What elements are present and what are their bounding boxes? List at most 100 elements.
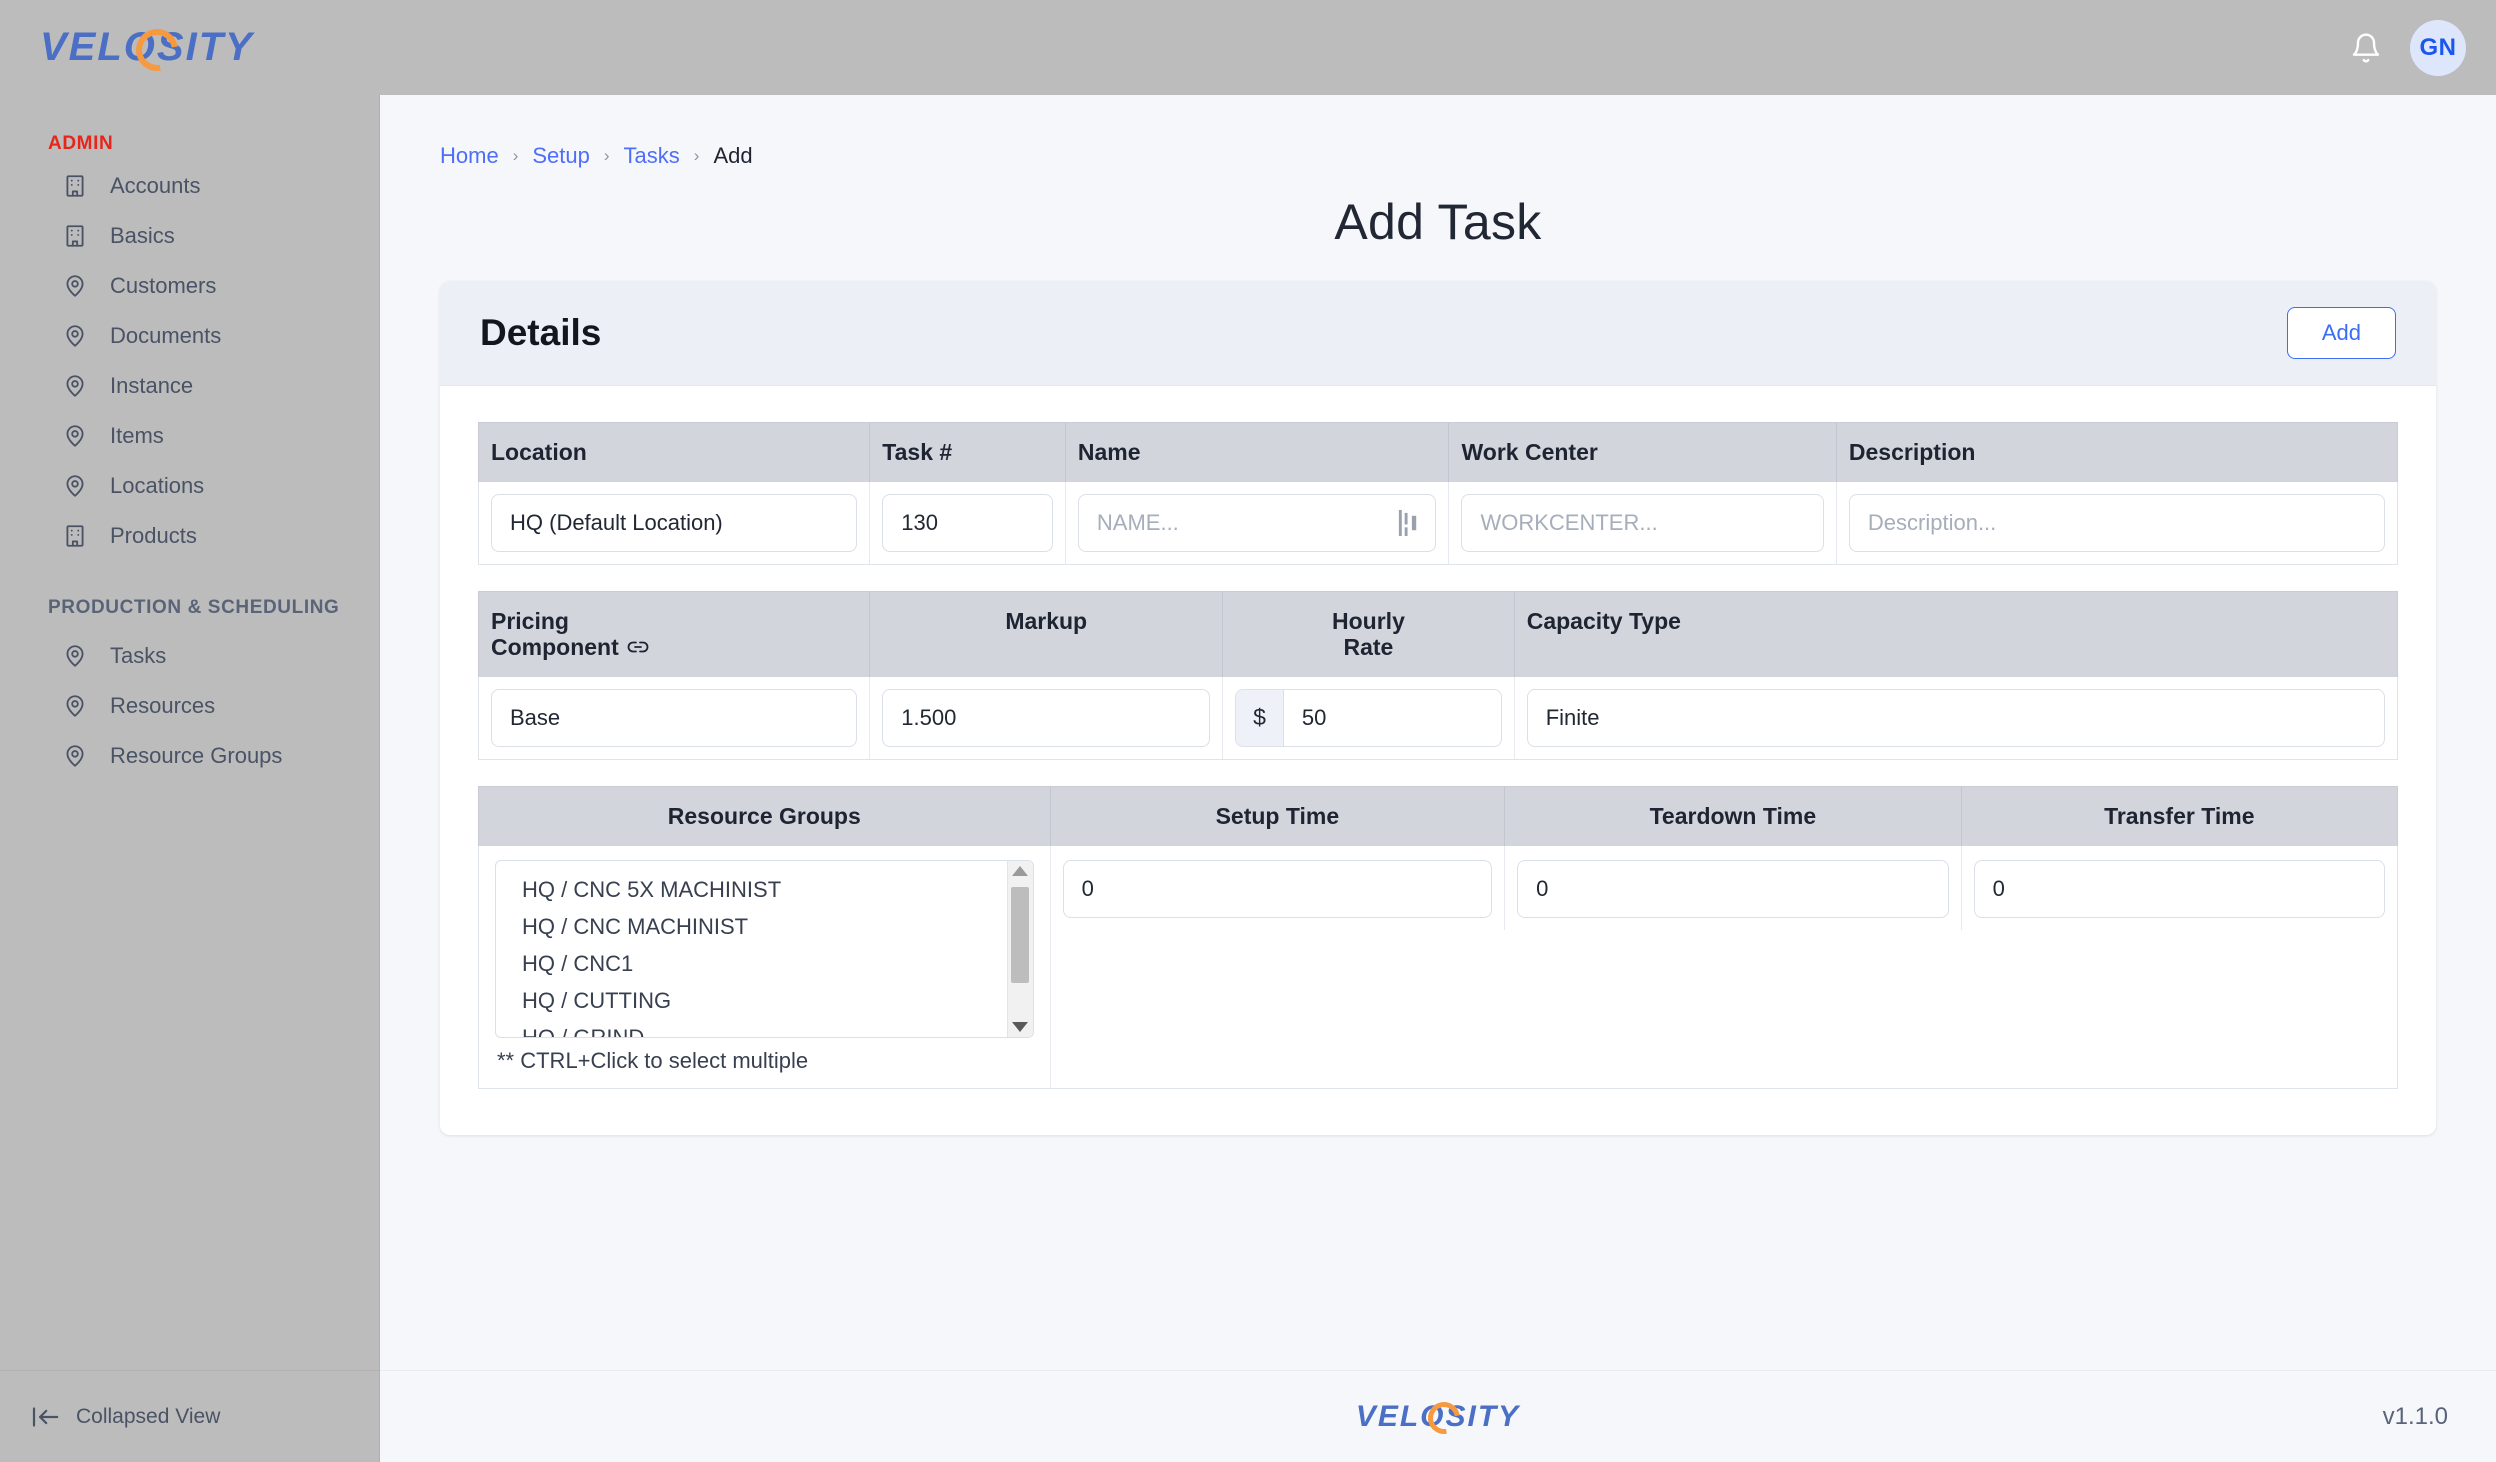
map-pin-icon: [66, 475, 84, 497]
header-task-number: Task #: [870, 423, 1066, 482]
map-pin-icon: [66, 275, 84, 297]
building-icon: [66, 175, 84, 197]
currency-prefix: $: [1235, 688, 1283, 747]
header-pricing-line2: Component: [491, 634, 619, 661]
task-number-input[interactable]: [882, 494, 1053, 552]
sidebar-item-resource-groups[interactable]: Resource Groups: [0, 731, 379, 781]
breadcrumb-item-setup[interactable]: Setup: [532, 143, 590, 169]
resource-groups-list: HQ / CNC 5X MACHINIST HQ / CNC MACHINIST…: [496, 861, 1033, 1037]
footer-logo: VELOSITY: [1356, 1395, 1520, 1440]
resource-times-input-row: HQ / CNC 5X MACHINIST HQ / CNC MACHINIST…: [478, 845, 2398, 1089]
sidebar-item-resources[interactable]: Resources: [0, 681, 379, 731]
location-input[interactable]: [491, 494, 858, 552]
list-item[interactable]: HQ / GRIND: [496, 1019, 1033, 1037]
details-card: Details Add Location Task # Name Work Ce…: [440, 281, 2436, 1135]
sidebar-section-production-title: PRODUCTION & SCHEDULING: [48, 597, 340, 618]
header-name: Name: [1066, 423, 1450, 482]
breadcrumb-separator-icon: ›: [603, 146, 610, 165]
sidebar-item-locations[interactable]: Locations: [0, 461, 379, 511]
markup-input[interactable]: [882, 688, 1211, 747]
breadcrumb-item-tasks[interactable]: Tasks: [624, 143, 680, 169]
collapse-view-button[interactable]: Collapsed View: [0, 1370, 379, 1462]
list-item[interactable]: HQ / CNC1: [496, 945, 1033, 982]
list-item[interactable]: HQ / CNC 5X MACHINIST: [496, 871, 1033, 908]
breadcrumb-item-add: Add: [713, 143, 753, 168]
sidebar-item-items[interactable]: Items: [0, 411, 379, 461]
primary-fields-header-row: Location Task # Name Work Center Descrip…: [478, 422, 2398, 482]
sidebar-item-basics[interactable]: Basics: [0, 211, 379, 261]
collapse-view-label: Collapsed View: [76, 1404, 221, 1428]
sidebar-item-label: Products: [110, 523, 197, 548]
header-work-center: Work Center: [1449, 423, 1837, 482]
header-transfer-time: Transfer Time: [2104, 802, 2255, 829]
details-title: Details: [480, 312, 602, 353]
footer: VELOSITY v1.1.0: [380, 1370, 2496, 1462]
main-scroll-area: Home › Setup › Tasks › Add Add Task Deta…: [380, 95, 2496, 1370]
sidebar-item-label: Tasks: [110, 643, 167, 668]
sidebar-item-tasks[interactable]: Tasks: [0, 631, 379, 681]
header-hourly-rate: Hourly Rate: [1223, 592, 1515, 677]
sidebar-item-label: Customers: [110, 273, 217, 298]
name-input[interactable]: [1077, 494, 1437, 552]
scroll-up-arrow-icon[interactable]: [1012, 865, 1029, 876]
resource-groups-listbox[interactable]: HQ / CNC 5X MACHINIST HQ / CNC MACHINIST…: [495, 859, 1034, 1038]
pricing-fields-input-row: $: [478, 676, 2398, 760]
hourly-rate-input[interactable]: [1282, 688, 1502, 747]
add-button[interactable]: Add: [2286, 307, 2396, 359]
teardown-time-input[interactable]: [1517, 859, 1949, 918]
listbox-scrollbar[interactable]: [1006, 860, 1033, 1037]
scrollbar-thumb[interactable]: [1010, 886, 1029, 983]
header-hourly-line2: Rate: [1343, 634, 1394, 661]
sidebar-item-customers[interactable]: Customers: [0, 261, 379, 311]
barcode-icon[interactable]: [1398, 510, 1420, 536]
transfer-time-input[interactable]: [1973, 859, 2385, 918]
header-setup-time: Setup Time: [1051, 786, 1506, 846]
breadcrumb: Home › Setup › Tasks › Add: [440, 0, 2436, 169]
sidebar-item-documents[interactable]: Documents: [0, 311, 379, 361]
header-pricing-component: Pricing Component: [479, 592, 871, 677]
details-card-body: Location Task # Name Work Center Descrip…: [440, 386, 2436, 1135]
map-pin-icon: [66, 325, 84, 347]
sidebar-item-accounts[interactable]: Accounts: [0, 161, 379, 211]
primary-fields-block: Location Task # Name Work Center Descrip…: [478, 422, 2398, 565]
pricing-fields-block: Pricing Component Markup Hourly Rate Cap…: [478, 591, 2398, 760]
brand-logo[interactable]: VELOSITY: [40, 20, 254, 80]
sidebar: ADMIN Accounts Basics Customers Document…: [0, 95, 380, 1462]
pricing-component-input[interactable]: [491, 688, 858, 747]
list-item[interactable]: HQ / CNC MACHINIST: [496, 908, 1033, 945]
app-root: VELOSITY GN ADMIN Accounts Basics Custom…: [0, 0, 2496, 1462]
breadcrumb-separator-icon: ›: [693, 146, 700, 165]
building-icon: [66, 525, 84, 547]
description-input[interactable]: [1848, 494, 2385, 552]
list-item[interactable]: HQ / CUTTING: [496, 982, 1033, 1019]
page-title: Add Task: [1334, 194, 1542, 250]
capacity-type-input[interactable]: [1526, 688, 2385, 747]
header-location: Location: [479, 423, 871, 482]
setup-time-input[interactable]: [1062, 859, 1493, 918]
breadcrumb-item-home[interactable]: Home: [440, 143, 499, 169]
sidebar-item-label: Basics: [110, 223, 175, 248]
work-center-input[interactable]: [1461, 494, 1824, 552]
sidebar-item-label: Locations: [110, 473, 205, 498]
header-capacity-type: Capacity Type: [1526, 608, 1681, 634]
header-markup: Markup: [870, 592, 1224, 677]
map-pin-icon: [66, 425, 84, 447]
sidebar-item-label: Instance: [110, 373, 194, 398]
sidebar-item-label: Resources: [110, 693, 216, 718]
scroll-down-arrow-icon[interactable]: [1012, 1021, 1029, 1032]
map-pin-icon: [66, 745, 84, 767]
header-teardown-time: Teardown Time: [1505, 786, 1962, 846]
header-hourly-line1: Hourly: [1332, 608, 1405, 634]
details-card-header: Details Add: [440, 281, 2436, 386]
sidebar-item-instance[interactable]: Instance: [0, 361, 379, 411]
sidebar-section-admin-title: ADMIN: [48, 133, 114, 154]
version-label: v1.1.0: [2382, 1402, 2448, 1430]
map-pin-icon: [66, 695, 84, 717]
sidebar-item-products[interactable]: Products: [0, 511, 379, 561]
pricing-fields-header-row: Pricing Component Markup Hourly Rate Cap…: [478, 591, 2398, 677]
link-icon[interactable]: [627, 640, 649, 654]
app-body: ADMIN Accounts Basics Customers Document…: [0, 95, 2496, 1462]
map-pin-icon: [66, 375, 84, 397]
